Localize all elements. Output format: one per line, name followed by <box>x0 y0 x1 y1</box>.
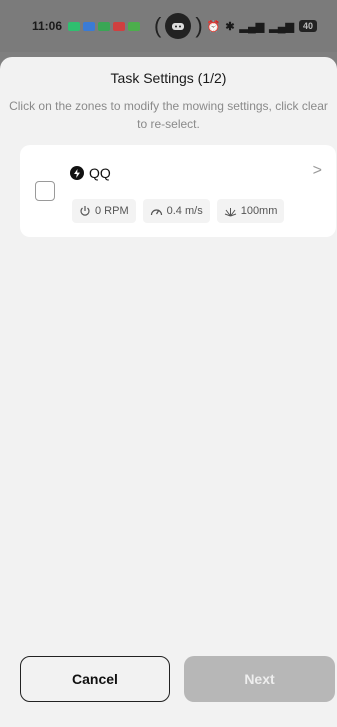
zone-header: QQ <box>70 165 111 181</box>
green-app-icon <box>98 21 111 31</box>
cut-height-value: 100mm <box>240 205 278 217</box>
page-title: Task Settings (1/2) <box>110 70 227 86</box>
power-icon <box>79 205 91 217</box>
system-icons: ⏰ ✱ ▂▄▆ ▂▄▆ 40 <box>207 20 317 33</box>
notification-icons <box>68 21 141 31</box>
blade-rpm-chip: 0 RPM <box>72 199 136 223</box>
red-app-icon <box>113 21 126 31</box>
signal-icon: ▂▄▆ <box>269 20 294 33</box>
zone-checkbox[interactable] <box>35 181 55 201</box>
left-bracket-icon: ( <box>154 13 162 38</box>
chat-app-icon <box>68 21 81 31</box>
bluetooth-icon: ✱ <box>225 20 235 33</box>
blade-rpm-value: 0 RPM <box>95 205 129 217</box>
right-bracket-icon: ) <box>195 13 203 38</box>
status-bar: 11:06 ( ) ⏰ ✱ ▂▄▆ ▂▄▆ 40 <box>0 0 337 52</box>
grass-icon <box>224 205 237 217</box>
status-time: 11:06 <box>32 19 63 33</box>
alarm-icon: ⏰ <box>206 20 221 33</box>
zone-card[interactable]: QQ > 0 RPM 0.4 m/s 100mm <box>20 145 336 237</box>
chevron-right-icon[interactable]: > <box>313 162 322 180</box>
zone-bolt-icon <box>70 166 84 180</box>
grid-app-icon <box>83 21 96 31</box>
speed-chip: 0.4 m/s <box>142 199 210 223</box>
green-badge-icon <box>128 21 141 31</box>
footer-actions: Cancel Next <box>0 640 337 727</box>
robot-icon <box>165 13 192 39</box>
speed-value: 0.4 m/s <box>166 205 203 217</box>
zone-name: QQ <box>89 165 111 181</box>
battery-icon: 40 <box>298 20 317 32</box>
device-status-indicator: ( ) <box>154 13 203 39</box>
zone-settings-chips: 0 RPM 0.4 m/s 100mm <box>72 199 285 223</box>
task-settings-sheet: Task Settings (1/2) Click on the zones t… <box>0 57 337 727</box>
signal-icon: ▂▄▆ <box>239 20 265 33</box>
cancel-button[interactable]: Cancel <box>20 656 170 702</box>
cut-height-chip: 100mm <box>216 199 285 223</box>
next-button[interactable]: Next <box>184 656 335 702</box>
speedometer-icon <box>150 205 163 217</box>
instruction-text: Click on the zones to modify the mowing … <box>9 99 328 131</box>
